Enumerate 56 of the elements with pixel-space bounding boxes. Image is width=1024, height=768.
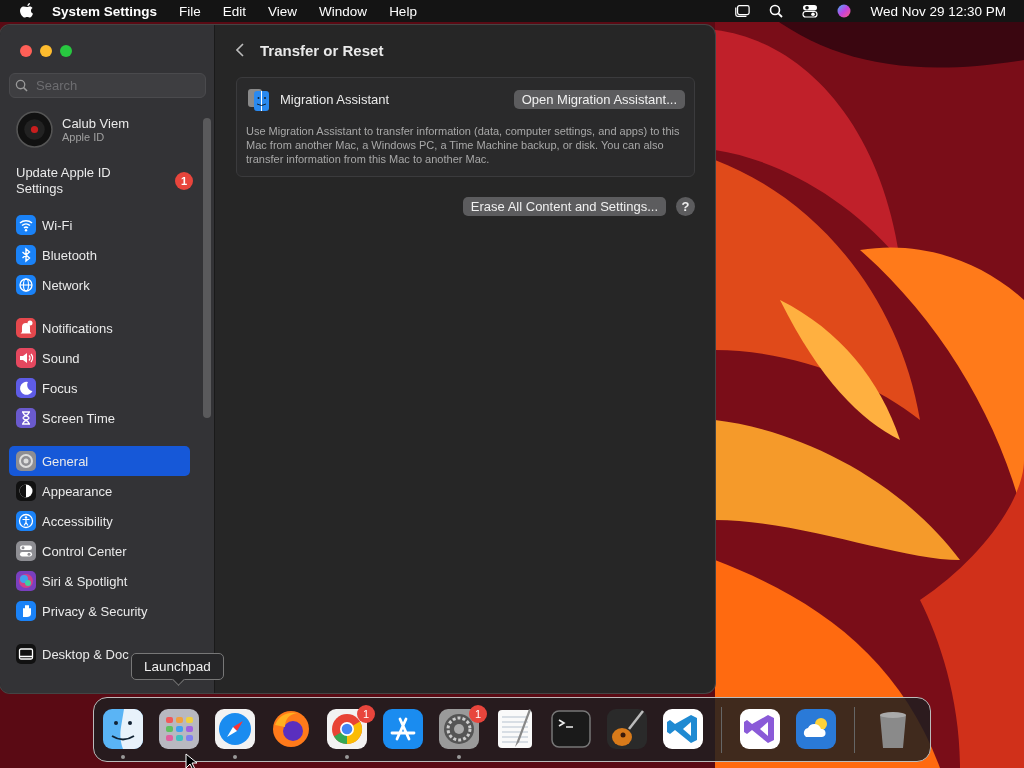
browser-icon[interactable] [325, 706, 369, 751]
erase-button[interactable]: Erase All Content and Settings... [462, 197, 666, 216]
sidebar-item[interactable]: Screen Time [9, 403, 190, 433]
app-menu[interactable]: System Settings [52, 3, 158, 19]
notification-badge: 1 [357, 704, 375, 723]
compass-icon[interactable] [213, 706, 257, 751]
apple-logo-icon[interactable] [20, 3, 34, 19]
gear-icon[interactable] [437, 706, 481, 751]
guitar-icon[interactable] [605, 706, 649, 751]
cloud-icon[interactable] [794, 706, 838, 751]
search-icon[interactable] [768, 4, 785, 18]
description: Use Migration Assistant to transfer information (data, computer settings, and apps) to this Mac from another Mac, a Windows PC, a Time Machine backup, or disk. You can also transfer information from this Mac to another Mac. [246, 124, 681, 166]
code-editor-icon[interactable] [661, 706, 705, 751]
update-apple-id-link[interactable]: Update Apple ID Settings [16, 165, 136, 197]
sidebar-item[interactable]: Focus [9, 373, 190, 403]
scrollbar[interactable] [203, 118, 211, 418]
avatar-icon[interactable] [16, 111, 53, 148]
sidebar-item[interactable]: General [9, 446, 190, 476]
letter-a-icon[interactable] [381, 706, 425, 751]
ide-icon[interactable] [738, 706, 782, 751]
clock[interactable]: Wed Nov 29 12:30 PM [870, 3, 1006, 19]
account-subtitle: Apple ID [62, 131, 106, 143]
open-migration-assistant-button[interactable]: Open Migration Assistant... [513, 89, 685, 109]
sidebar-item[interactable]: Accessibility [9, 506, 190, 536]
close-button[interactable] [20, 45, 32, 57]
sidebar-item[interactable]: Privacy & Security [9, 596, 190, 626]
help-button[interactable]: ? [676, 197, 695, 216]
page-title: Transfer or Reset [260, 41, 384, 59]
toggles-icon[interactable] [802, 4, 819, 18]
orb-icon[interactable] [836, 4, 853, 18]
tooltip: Launchpad [131, 653, 224, 680]
notification-badge: 1 [469, 704, 487, 723]
windows-icon[interactable] [734, 4, 751, 18]
account-name[interactable]: Calub Viem [62, 116, 129, 131]
sidebar-item[interactable]: Sound [9, 343, 190, 373]
sidebar-item[interactable]: Siri & Spotlight [9, 566, 190, 596]
sidebar-item[interactable]: Network [9, 270, 190, 300]
face-icon[interactable] [101, 706, 145, 751]
menu-item[interactable]: File [179, 3, 201, 19]
menu-item[interactable]: Window [319, 3, 368, 19]
sidebar-item[interactable]: Bluetooth [9, 240, 190, 270]
menu-item[interactable]: Edit [222, 3, 247, 19]
back-icon[interactable] [236, 43, 244, 57]
sidebar-item[interactable]: Notifications [9, 313, 190, 343]
migration-assistant-label: Migration Assistant [280, 91, 390, 107]
menu-item[interactable]: Help [389, 3, 417, 19]
pointer-icon [185, 753, 197, 768]
sidebar-item[interactable]: Control Center [9, 536, 190, 566]
menu-item[interactable]: View [268, 3, 298, 19]
face-icon [246, 86, 272, 112]
zoom-button[interactable] [60, 45, 72, 57]
grid-icon[interactable] [157, 706, 201, 751]
sidebar-item[interactable]: Appearance [9, 476, 190, 506]
notification-badge: 1 [175, 172, 193, 190]
minimize-button[interactable] [40, 45, 52, 57]
sidebar-item[interactable]: Wi-Fi [9, 210, 190, 240]
